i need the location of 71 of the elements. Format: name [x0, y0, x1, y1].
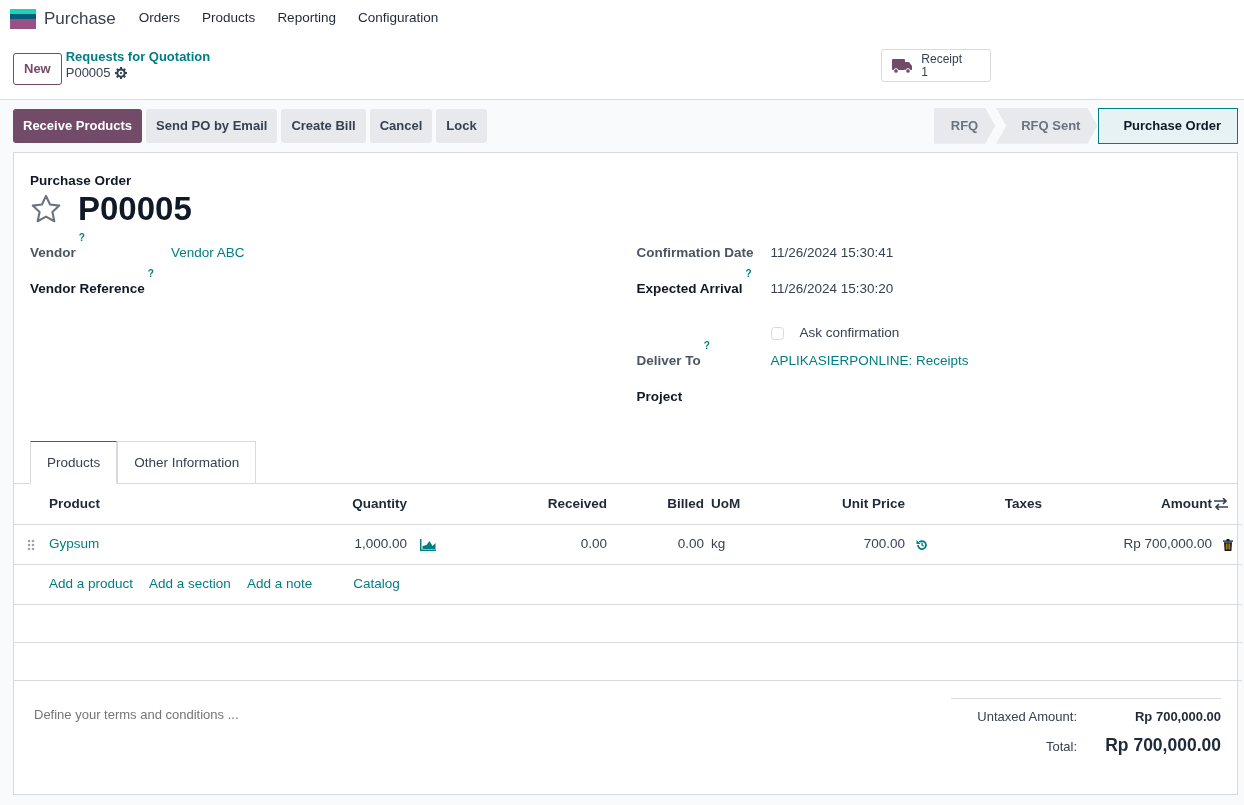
- checkbox[interactable]: [770, 326, 784, 340]
- column-header: Taxes: [938, 484, 1043, 525]
- add-line-link[interactable]: Add a product: [49, 574, 134, 595]
- field-link[interactable]: Vendor ABC: [171, 243, 245, 280]
- field-label: Confirmation Date: [636, 245, 754, 261]
- trash-icon[interactable]: [1222, 538, 1233, 551]
- menu-item[interactable]: Orders: [127, 8, 192, 29]
- action-button[interactable]: Lock: [436, 109, 487, 143]
- menu-item[interactable]: Reporting: [266, 8, 347, 29]
- total-value: Rp 700,000.00: [1104, 734, 1221, 758]
- column-header: Quantity: [318, 484, 408, 525]
- table-cell: 1,000.00: [318, 524, 408, 565]
- column-header: Amount: [1043, 484, 1213, 525]
- field-link[interactable]: APLIKASIERPONLINE: Receipts: [770, 351, 969, 388]
- total-label: Total:: [1045, 738, 1077, 757]
- add-line-link[interactable]: Catalog: [353, 574, 400, 595]
- smart-button-count: 1: [921, 66, 928, 80]
- history-icon[interactable]: [916, 538, 928, 551]
- status-step[interactable]: RFQ: [933, 108, 996, 144]
- record-title: P00005: [78, 190, 192, 228]
- action-button[interactable]: Send PO by Email: [146, 109, 278, 143]
- field-value: 11/26/2024 15:30:20: [770, 280, 894, 299]
- column-settings-icon[interactable]: [1214, 498, 1228, 511]
- help-icon[interactable]: ?: [78, 232, 85, 244]
- product-link[interactable]: Gypsum: [49, 536, 100, 552]
- checkbox-label: Ask confirmation: [799, 323, 900, 342]
- field-label: Vendor: [30, 245, 76, 261]
- column-header: Unit Price: [768, 484, 906, 525]
- table-cell: kg: [705, 524, 768, 565]
- breadcrumb-link[interactable]: Requests for Quotation: [65, 49, 211, 66]
- new-button[interactable]: New: [13, 53, 62, 85]
- help-icon[interactable]: ?: [147, 268, 154, 280]
- app-logo-icon[interactable]: [10, 8, 36, 29]
- field-label: Vendor Reference: [30, 281, 145, 297]
- truck-icon: [892, 58, 914, 75]
- status-step[interactable]: RFQ Sent: [996, 108, 1098, 144]
- chart-icon[interactable]: [420, 538, 436, 551]
- tab[interactable]: Other Information: [117, 441, 257, 485]
- column-header: UoM: [705, 484, 768, 525]
- drag-handle-icon[interactable]: [27, 538, 35, 551]
- add-line-link[interactable]: Add a section: [149, 574, 231, 595]
- table-cell: 0.00: [448, 524, 608, 565]
- action-button[interactable]: Create Bill: [281, 109, 366, 143]
- column-header: Billed: [608, 484, 705, 525]
- total-label: Untaxed Amount:: [977, 707, 1077, 726]
- table-cell: 0.00: [608, 524, 705, 565]
- action-button[interactable]: Cancel: [369, 109, 433, 143]
- table-cell: 700.00: [768, 524, 906, 565]
- field-label: Expected Arrival: [636, 281, 743, 297]
- status-step[interactable]: Purchase Order: [1098, 108, 1238, 144]
- app-name[interactable]: Purchase: [44, 5, 116, 32]
- total-value: Rp 700,000.00: [1134, 707, 1221, 726]
- field-label: Deliver To: [636, 353, 701, 369]
- menu-item[interactable]: Configuration: [346, 8, 450, 29]
- field-value: 11/26/2024 15:30:41: [770, 244, 894, 263]
- add-line-link[interactable]: Add a note: [246, 574, 313, 595]
- menu-item[interactable]: Products: [191, 8, 267, 29]
- receipt-smart-button[interactable]: Receipt 1: [881, 49, 991, 83]
- help-icon[interactable]: ?: [745, 268, 752, 280]
- form-title-label: Purchase Order: [30, 171, 133, 190]
- table-cell: Rp 700,000.00: [1043, 524, 1213, 565]
- smart-button-label: Receipt: [921, 53, 962, 67]
- action-button[interactable]: Receive Products: [13, 109, 143, 143]
- column-header: Product: [48, 484, 318, 525]
- tab[interactable]: Products: [30, 441, 118, 485]
- column-header: Received: [448, 484, 608, 525]
- record-name: P00005: [65, 65, 111, 82]
- field-label: Project: [636, 389, 683, 405]
- star-icon[interactable]: [30, 193, 62, 224]
- help-icon[interactable]: ?: [703, 340, 710, 352]
- gear-icon[interactable]: [114, 67, 127, 80]
